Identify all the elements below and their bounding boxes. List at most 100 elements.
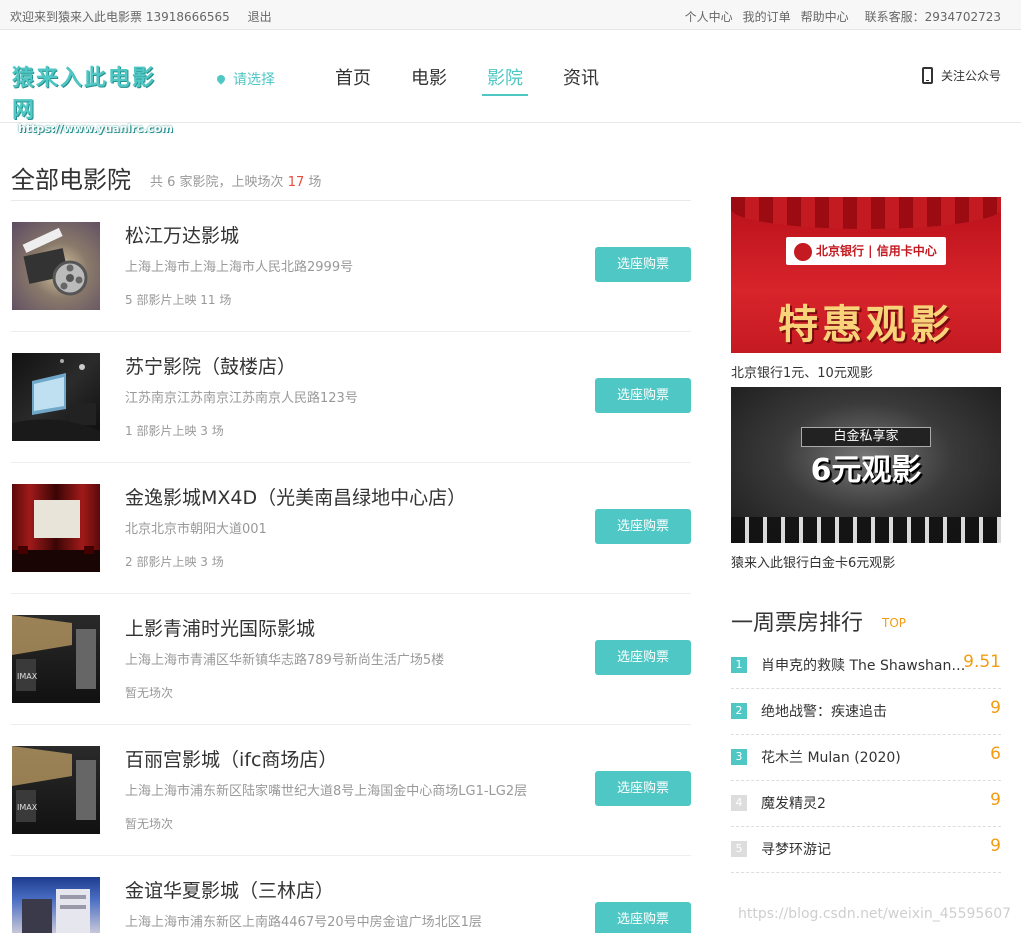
city-label: 请选择 bbox=[233, 72, 275, 88]
cinema-thumbnail[interactable] bbox=[12, 877, 100, 933]
cinema-thumbnail[interactable] bbox=[12, 484, 100, 572]
rank-movie-title[interactable]: 寻梦环游记 bbox=[761, 839, 966, 859]
cinema-schedule-stat: 暂无场次 bbox=[125, 817, 174, 831]
cinema-thumbnail[interactable] bbox=[12, 222, 100, 310]
welcome-area: 欢迎来到猿来入此电影票 13918666565 退出 bbox=[10, 8, 272, 25]
cinema-address: 江苏南京江苏南京江苏南京人民路123号 bbox=[125, 391, 358, 406]
cinema-item: 苏宁影院（鼓楼店） 江苏南京江苏南京江苏南京人民路123号 1 部影片上映 3 … bbox=[11, 332, 691, 463]
rank-movie-title[interactable]: 魔发精灵2 bbox=[761, 793, 966, 813]
ranking-item[interactable]: 1 肖申克的救赎 The Shawshank Redemption 9.51 bbox=[731, 643, 1001, 689]
ranking-item[interactable]: 2 绝地战警：疾速追击 9 bbox=[731, 689, 1001, 735]
rank-score: 9 bbox=[990, 790, 1001, 810]
bank-logo: 北京银行 | 信用卡中心 bbox=[786, 237, 946, 265]
top-links: 个人中心 我的订单 帮助中心 联系客服：2934702723 bbox=[685, 8, 1001, 25]
building-icon bbox=[22, 889, 90, 933]
cinema-name[interactable]: 百丽宫影城（ifc商场店） bbox=[125, 745, 337, 772]
ad-banner-platinum-card[interactable]: 白金私享家 6元观影 bbox=[731, 387, 1001, 543]
cinema-name[interactable]: 松江万达影城 bbox=[125, 221, 239, 248]
summary-suffix: 场 bbox=[308, 175, 322, 190]
ad-caption[interactable]: 北京银行1元、10元观影 bbox=[731, 362, 873, 381]
rank-movie-title[interactable]: 绝地战警：疾速追击 bbox=[761, 701, 966, 721]
phone-icon bbox=[921, 67, 933, 84]
ranking-title: 一周票房排行 bbox=[731, 611, 864, 636]
ad-headline: 6元观影 bbox=[810, 453, 922, 488]
rank-movie-title[interactable]: 肖申克的救赎 The Shawshank Redemption bbox=[761, 655, 966, 675]
rank-number: 2 bbox=[731, 703, 747, 719]
nav-news[interactable]: 资讯 bbox=[563, 64, 599, 96]
cinema-item: 松江万达影城 上海上海市上海上海市人民北路2999号 5 部影片上映 11 场 … bbox=[11, 201, 691, 332]
cinema-item: 金谊华夏影城（三林店） 上海上海市浦东新区上南路4467号20号中房金谊广场北区… bbox=[11, 856, 691, 933]
cinema-schedule-stat: 暂无场次 bbox=[125, 686, 174, 700]
logo-text: 猿来入此电影网 bbox=[12, 66, 157, 123]
site-logo[interactable]: 猿来入此电影网 https://www.yuanlrc.com bbox=[12, 60, 177, 135]
cinema-thumbnail[interactable]: IMAX bbox=[12, 615, 100, 703]
cinema-name[interactable]: 苏宁影院（鼓楼店） bbox=[125, 352, 296, 379]
ad-badge: 白金私享家 bbox=[801, 427, 931, 447]
svg-text:IMAX: IMAX bbox=[17, 803, 38, 812]
help-center-link[interactable]: 帮助中心 bbox=[801, 8, 849, 25]
cinema-address: 上海上海市上海上海市人民北路2999号 bbox=[125, 260, 354, 275]
ad-headline: 特惠观影 bbox=[778, 301, 954, 348]
select-seat-button[interactable]: 选座购票 bbox=[595, 640, 691, 675]
cinema-thumbnail[interactable] bbox=[12, 353, 100, 441]
rank-score: 6 bbox=[990, 744, 1001, 764]
select-seat-button[interactable]: 选座购票 bbox=[595, 509, 691, 544]
bank-name: 北京银行 | 信用卡中心 bbox=[816, 244, 937, 258]
imax-lobby-icon: IMAX bbox=[12, 615, 96, 691]
rank-number: 5 bbox=[731, 841, 747, 857]
logo-url: https://www.yuanlrc.com bbox=[18, 122, 173, 135]
user-center-link[interactable]: 个人中心 bbox=[685, 8, 733, 25]
rank-number: 3 bbox=[731, 749, 747, 765]
cinema-item: IMAX 上影青浦时光国际影城 上海上海市青浦区华新镇华志路789号新尚生活广场… bbox=[11, 594, 691, 725]
top-bar: 欢迎来到猿来入此电影票 13918666565 退出 个人中心 我的订单 帮助中… bbox=[0, 0, 1021, 30]
nav-movies[interactable]: 电影 bbox=[411, 64, 447, 96]
cinema-name[interactable]: 上影青浦时光国际影城 bbox=[125, 614, 315, 641]
summary-prefix: 共 6 家影院，上映场次 bbox=[150, 175, 284, 190]
rank-score: 9.51 bbox=[963, 652, 1001, 672]
rank-number: 1 bbox=[731, 657, 747, 673]
watermark-text: https://blog.csdn.net/weixin_45595607 bbox=[738, 906, 1012, 922]
ad-banner-beijing-bank[interactable]: 北京银行 | 信用卡中心 特惠观影 bbox=[731, 197, 1001, 353]
ranking-item[interactable]: 4 魔发精灵2 9 bbox=[731, 781, 1001, 827]
cinema-item: IMAX 百丽宫影城（ifc商场店） 上海上海市浦东新区陆家嘴世纪大道8号上海国… bbox=[11, 725, 691, 856]
film-strip-decoration bbox=[731, 517, 1001, 543]
cinema-item: 金逸影城MX4D（光美南昌绿地中心店） 北京北京市朝阳大道001 2 部影片上映… bbox=[11, 463, 691, 594]
cinema-name[interactable]: 金逸影城MX4D（光美南昌绿地中心店） bbox=[125, 483, 466, 510]
ranking-item[interactable]: 3 花木兰 Mulan (2020) 6 bbox=[731, 735, 1001, 781]
ranking-item[interactable]: 5 寻梦环游记 9 bbox=[731, 827, 1001, 873]
page-summary: 共 6 家影院，上映场次 17 场 bbox=[150, 171, 321, 190]
svg-text:IMAX: IMAX bbox=[17, 672, 38, 681]
main-nav: 首页 电影 影院 资讯 bbox=[335, 64, 639, 96]
follow-wechat-link[interactable]: 关注公众号 bbox=[921, 67, 1001, 84]
nav-home[interactable]: 首页 bbox=[335, 64, 371, 96]
customer-service-text: 联系客服：2934702723 bbox=[864, 10, 1001, 24]
cinema-thumbnail[interactable]: IMAX bbox=[12, 746, 100, 834]
my-orders-link[interactable]: 我的订单 bbox=[743, 8, 791, 25]
select-seat-button[interactable]: 选座购票 bbox=[595, 378, 691, 413]
imax-lobby-icon: IMAX bbox=[12, 746, 96, 822]
site-header: 猿来入此电影网 https://www.yuanlrc.com 请选择 首页 电… bbox=[0, 30, 1021, 135]
nav-cinemas[interactable]: 影院 bbox=[482, 64, 528, 96]
cinema-schedule-stat: 1 部影片上映 3 场 bbox=[125, 424, 224, 438]
select-seat-button[interactable]: 选座购票 bbox=[595, 771, 691, 806]
logout-link[interactable]: 退出 bbox=[248, 10, 272, 24]
ranking-top-badge: TOP bbox=[882, 616, 907, 630]
ad-caption[interactable]: 猿来入此银行白金卡6元观影 bbox=[731, 552, 895, 571]
cinema-address: 上海上海市浦东新区陆家嘴世纪大道8号上海国金中心商场LG1-LG2层 bbox=[125, 784, 528, 799]
cinema-address: 上海上海市浦东新区上南路4467号20号中房金谊广场北区1层 bbox=[125, 915, 482, 930]
cinema-address: 北京北京市朝阳大道001 bbox=[125, 522, 267, 537]
select-seat-button[interactable]: 选座购票 bbox=[595, 902, 691, 933]
cinema-hall-icon bbox=[12, 359, 100, 441]
location-pin-icon bbox=[215, 73, 227, 85]
welcome-text: 欢迎来到猿来入此电影票 13918666565 bbox=[10, 10, 230, 24]
bank-logo-icon bbox=[794, 242, 812, 261]
select-seat-button[interactable]: 选座购票 bbox=[595, 247, 691, 282]
follow-label: 关注公众号 bbox=[940, 69, 1001, 83]
cinema-schedule-stat: 2 部影片上映 3 场 bbox=[125, 555, 224, 569]
city-selector[interactable]: 请选择 bbox=[215, 69, 275, 89]
rank-movie-title[interactable]: 花木兰 Mulan (2020) bbox=[761, 747, 966, 767]
curtain-decoration bbox=[731, 197, 1001, 229]
cinema-schedule-stat: 5 部影片上映 11 场 bbox=[125, 293, 232, 307]
rank-score: 9 bbox=[990, 836, 1001, 856]
cinema-name[interactable]: 金谊华夏影城（三林店） bbox=[125, 876, 334, 903]
